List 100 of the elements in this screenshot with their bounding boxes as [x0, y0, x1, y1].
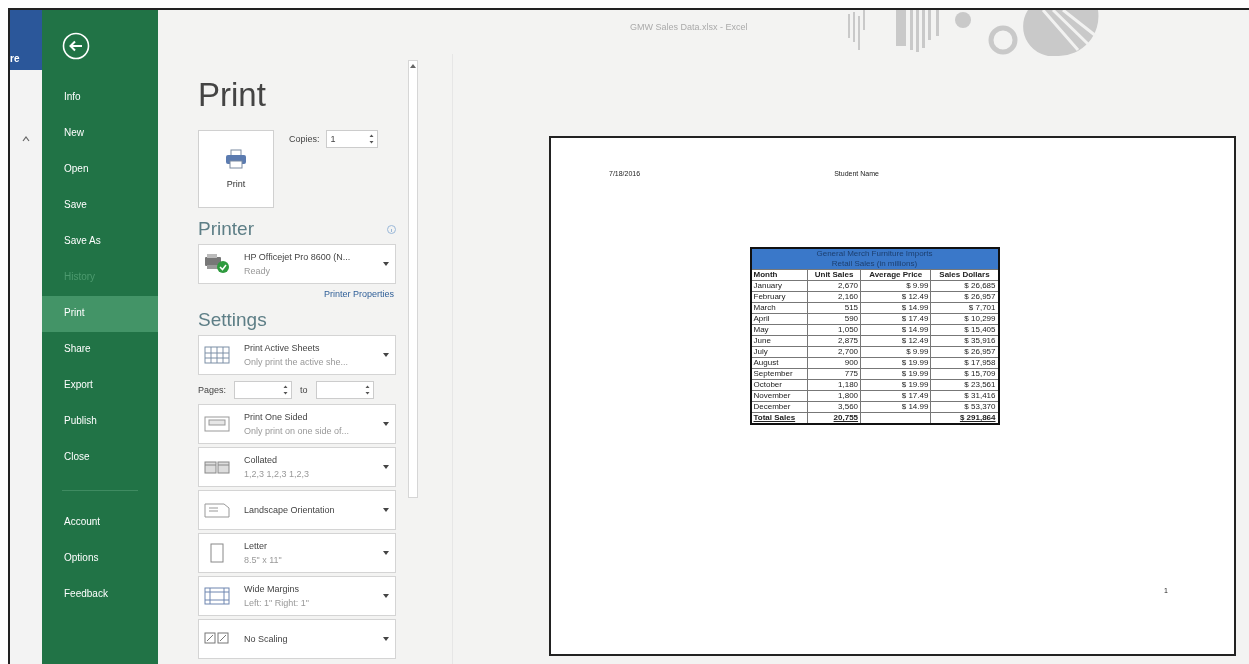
table-cell: $ 23,561 — [930, 379, 999, 391]
section-heading: Printer — [198, 218, 254, 240]
table-cell: $ 9.99 — [860, 346, 931, 358]
settings-dropdown[interactable]: Letter 8.5" x 11" — [198, 533, 396, 573]
table-cell: $ 14.99 — [860, 302, 931, 314]
scrollbar[interactable] — [408, 60, 418, 498]
table-cell: October — [750, 379, 808, 391]
dropdown-caret-icon — [383, 637, 389, 641]
table-cell: $ 17.49 — [860, 390, 931, 402]
settings-dropdown[interactable]: Collated 1,2,3 1,2,3 1,2,3 — [198, 447, 396, 487]
table-cell: 775 — [807, 368, 861, 380]
spinner-arrows-icon — [364, 385, 370, 395]
landscape-page-icon — [204, 500, 230, 520]
table-cell: $ 12.49 — [860, 291, 931, 303]
setting-title: Letter — [244, 541, 268, 551]
table-cell: $ 12.49 — [860, 335, 931, 347]
spinner-arrows-icon — [368, 134, 374, 144]
menu-item[interactable]: Save — [42, 188, 158, 224]
settings-dropdown[interactable]: Landscape Orientation — [198, 490, 396, 530]
setting-description: Left: 1" Right: 1" — [244, 598, 310, 608]
menu-item[interactable]: Feedback — [42, 577, 158, 613]
table-cell: $ 26,957 — [930, 291, 999, 303]
pages-from-field[interactable] — [234, 381, 293, 399]
setting-description: Only print the active she... — [244, 357, 350, 367]
setting-title: Landscape Orientation — [244, 505, 336, 515]
table-cell: September — [750, 368, 808, 380]
printer-status: Ready — [244, 266, 271, 276]
column-header: Average Price — [860, 269, 931, 281]
table-cell: $ 14.99 — [860, 401, 931, 413]
table-cell: June — [750, 335, 808, 347]
setting-title: Wide Margins — [244, 584, 300, 594]
printer-icon — [225, 149, 247, 169]
setting-title: Print One Sided — [244, 412, 309, 422]
dropdown-caret-icon — [383, 508, 389, 512]
table-cell: Total Sales — [750, 412, 808, 424]
table-cell: 1,800 — [807, 390, 861, 402]
setting-description: 1,2,3 1,2,3 1,2,3 — [244, 469, 311, 479]
table-cell: $ 19.99 — [860, 368, 931, 380]
table-cell: $ 10,299 — [930, 313, 999, 325]
table-cell: July — [750, 346, 808, 358]
table-cell: $ 19.99 — [860, 357, 931, 369]
printer-properties-link[interactable]: Printer Properties — [323, 289, 394, 299]
menu-item[interactable]: Info — [42, 80, 158, 116]
settings-dropdown[interactable]: No Scaling — [198, 619, 396, 659]
table-cell: May — [750, 324, 808, 336]
column-header: Month — [750, 269, 808, 281]
pages-to-field[interactable] — [315, 381, 374, 399]
table-cell: 3,560 — [807, 401, 861, 413]
setting-title: Print Active Sheets — [244, 343, 321, 353]
table-title: General Merch Furniture Imports — [750, 248, 999, 259]
sheets-grid-icon — [204, 345, 230, 365]
setting-description: Only print on one side of... — [244, 426, 351, 436]
table-cell: 1,050 — [807, 324, 861, 336]
table-cell: $ 19.99 — [860, 379, 931, 391]
menu-item[interactable]: Share — [42, 332, 158, 368]
menu-item[interactable]: Open — [42, 152, 158, 188]
table-cell: $ 14.99 — [860, 324, 931, 336]
table-cell: January — [750, 280, 808, 292]
table-cell: 2,670 — [807, 280, 861, 292]
copies-field[interactable]: 1 — [325, 130, 378, 148]
table-cell: 590 — [807, 313, 861, 325]
ribbon-tab[interactable]: re — [10, 10, 42, 70]
menu-item[interactable]: Account — [42, 505, 158, 541]
table-cell: February — [750, 291, 808, 303]
page-heading: Print — [198, 76, 267, 115]
menu-item[interactable]: Save As — [42, 224, 158, 260]
settings-dropdown[interactable]: Print One Sided Only print on one side of... — [198, 404, 396, 444]
section-heading: Settings — [198, 309, 267, 331]
scroll-up-icon — [410, 64, 416, 68]
table-cell: 515 — [807, 302, 861, 314]
menu-item[interactable]: Export — [42, 368, 158, 404]
table-cell: $ 9.99 — [860, 280, 931, 292]
print-button[interactable]: Print — [198, 130, 274, 208]
table-cell: November — [750, 390, 808, 402]
single-page-icon — [204, 414, 230, 434]
column-header: Unit Sales — [807, 269, 861, 281]
table-cell: $ 26,957 — [930, 346, 999, 358]
back-button[interactable] — [62, 32, 90, 60]
table-cell: 900 — [807, 357, 861, 369]
menu-item[interactable]: New — [42, 116, 158, 152]
caret-icon — [22, 136, 30, 142]
table-cell: 2,700 — [807, 346, 861, 358]
settings-dropdown[interactable]: Wide Margins Left: 1" Right: 1" — [198, 576, 396, 616]
menu-item[interactable]: Publish — [42, 404, 158, 440]
settings-dropdown[interactable]: Print Active Sheets Only print the active she... — [198, 335, 396, 375]
dropdown-caret-icon — [383, 551, 389, 555]
to-label: to — [300, 385, 308, 395]
table-cell: $ 26,685 — [930, 280, 999, 292]
window-title: GMW Sales Data.xlsx - Excel — [630, 22, 748, 32]
printer-name: HP Officejet Pro 8600 (N... — [244, 252, 352, 262]
table-cell: $ 31,416 — [930, 390, 999, 402]
spinner-arrows-icon — [283, 385, 289, 395]
menu-item[interactable]: Options — [42, 541, 158, 577]
table-cell: March — [750, 302, 808, 314]
menu-item[interactable]: Close — [42, 440, 158, 476]
menu-item[interactable]: Print — [42, 296, 158, 332]
printer-dropdown[interactable]: HP Officejet Pro 8600 (N... Ready — [198, 244, 396, 284]
copies-label: Copies: — [289, 134, 320, 144]
table-cell: April — [750, 313, 808, 325]
dropdown-caret-icon — [383, 465, 389, 469]
